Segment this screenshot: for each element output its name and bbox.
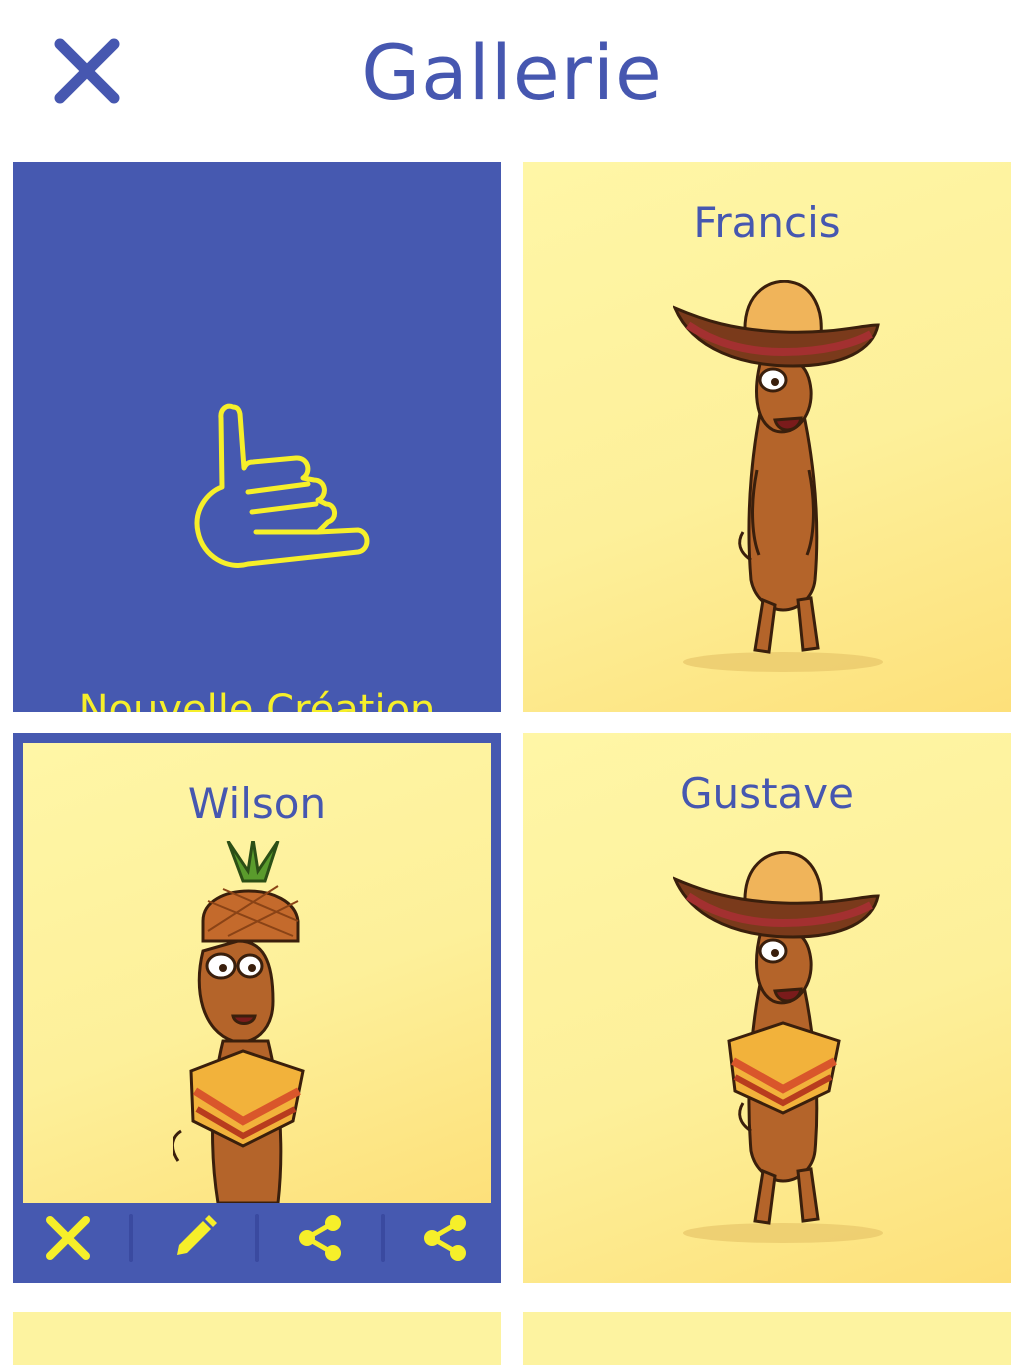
divider: [380, 1214, 385, 1262]
divider: [254, 1214, 259, 1262]
share-button-2[interactable]: [415, 1208, 475, 1268]
page-title: Gallerie: [361, 28, 663, 117]
shaka-hand-icon: [194, 403, 370, 568]
item-action-bar: [23, 1203, 491, 1273]
gallery-page: Gallerie Nouvelle Création Francis Wilso…: [0, 0, 1024, 1365]
character-name: Gustave: [680, 769, 854, 818]
divider: [129, 1214, 134, 1262]
header: Gallerie: [0, 0, 1024, 150]
dog-with-pineapple-illustration: [173, 841, 305, 1203]
gallery-item-gustave[interactable]: Gustave: [523, 733, 1011, 1283]
share-icon: [298, 1215, 341, 1261]
dog-with-sombrero-and-poncho-illustration: [673, 851, 883, 1243]
wilson-preview: Wilson: [23, 743, 491, 1203]
dog-with-sombrero-illustration: [673, 280, 883, 672]
character-name: Francis: [693, 198, 841, 247]
share-button[interactable]: [290, 1208, 350, 1268]
share-icon: [424, 1215, 467, 1261]
gallery-item-francis[interactable]: Francis: [523, 162, 1011, 712]
close-icon: [46, 1216, 91, 1260]
gallery-item-partial[interactable]: [523, 1312, 1011, 1365]
new-creation-card[interactable]: Nouvelle Création: [13, 162, 501, 712]
gallery-item-wilson[interactable]: Wilson: [13, 733, 501, 1283]
pencil-icon: [177, 1215, 218, 1255]
edit-button[interactable]: [164, 1208, 224, 1268]
delete-button[interactable]: [38, 1208, 98, 1268]
character-name: Wilson: [187, 779, 327, 828]
gallery-item-partial[interactable]: [13, 1312, 501, 1365]
new-creation-label: Nouvelle Création: [78, 687, 436, 712]
